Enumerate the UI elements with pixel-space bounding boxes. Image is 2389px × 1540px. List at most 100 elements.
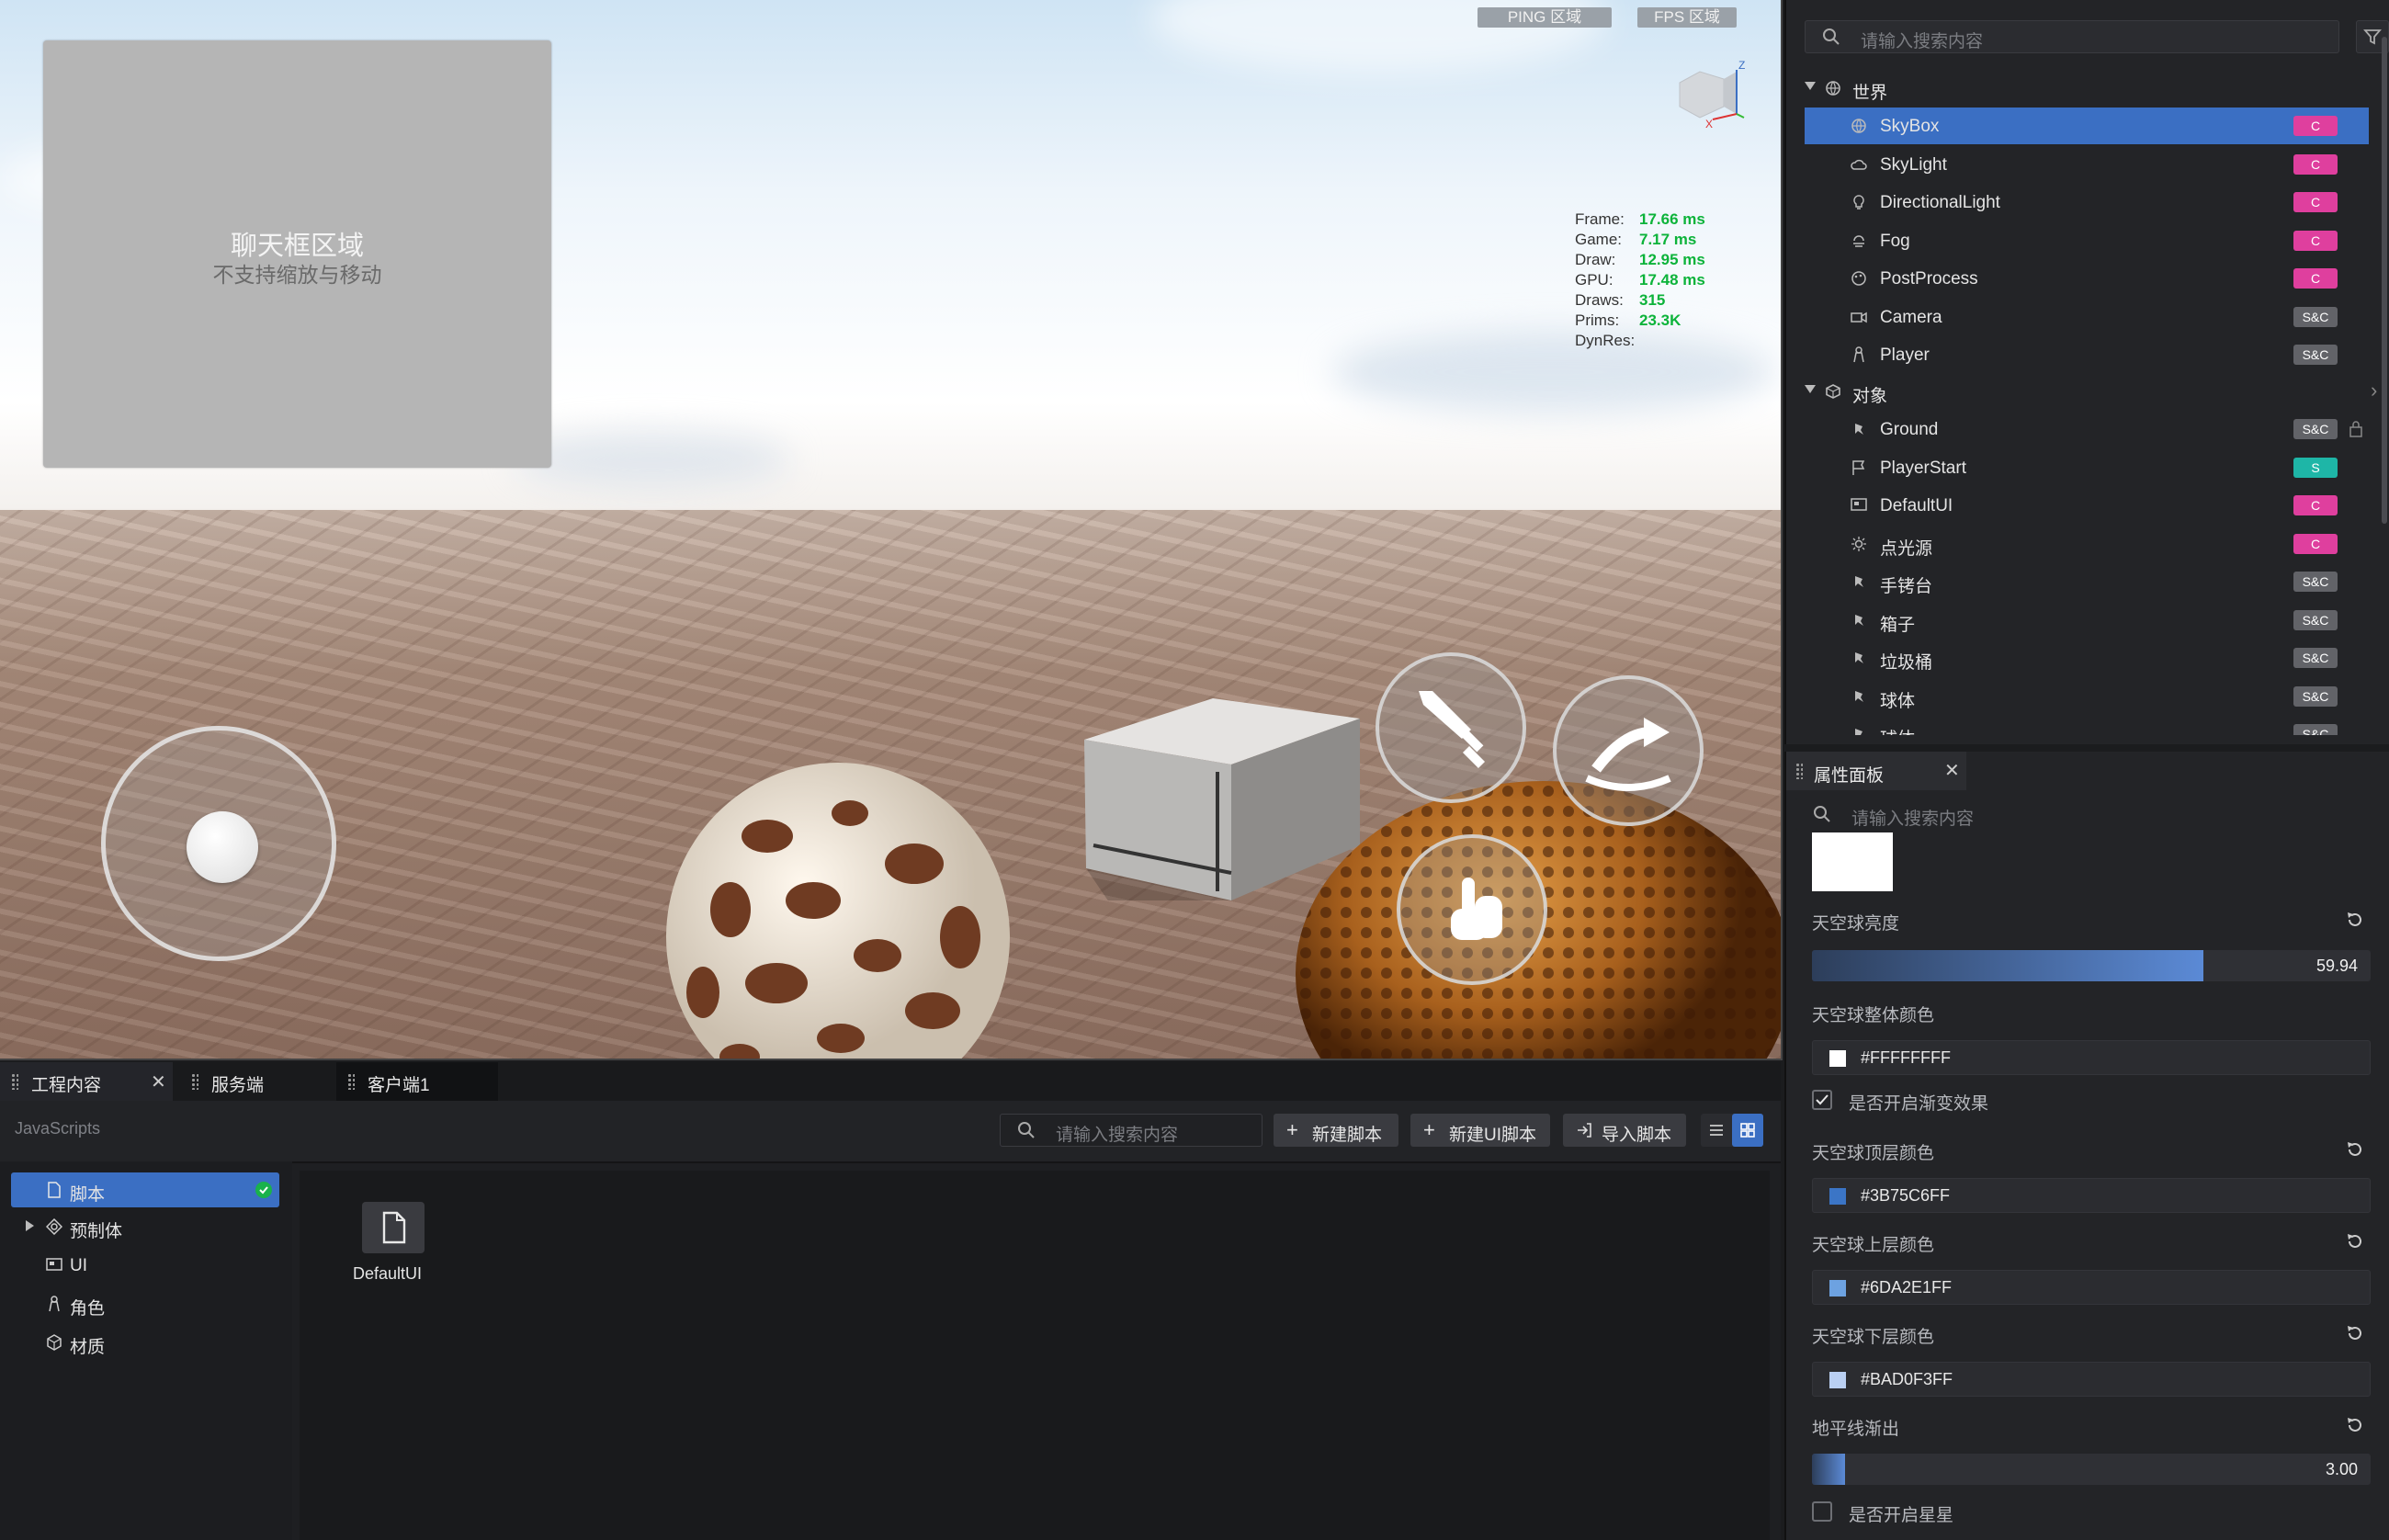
close-icon[interactable]: ✕ [151, 1070, 166, 1093]
chat-box-area: 聊天框区域 不支持缩放与移动 [43, 40, 551, 468]
view-toggle [1701, 1114, 1763, 1147]
tree-item[interactable]: Camera S&C [1805, 299, 2369, 335]
reset-icon[interactable] [2345, 1231, 2365, 1251]
tree-group-world[interactable]: 世界 [1805, 70, 2369, 107]
gradient-checkbox[interactable] [1812, 1090, 1832, 1110]
tree-item[interactable]: PostProcess C [1805, 260, 2369, 297]
horizon-label: 地平线渐出 [1812, 1420, 1900, 1439]
outline-scrollbar[interactable] [2382, 37, 2387, 524]
chevron-right-icon[interactable]: › [2371, 379, 2377, 402]
color-swatch[interactable] [1829, 1280, 1846, 1297]
tree-item-label: 点光源 [1880, 538, 1933, 559]
stars-checkbox[interactable] [1812, 1501, 1832, 1522]
new-ui-script-button[interactable]: + 新建UI脚本 [1410, 1114, 1550, 1147]
jump-button[interactable] [1553, 675, 1704, 826]
virtual-joystick[interactable] [101, 726, 336, 961]
props-search-input[interactable]: 请输入搜索内容 [1795, 798, 2385, 831]
tree-item[interactable]: 垃圾桶 S&C [1805, 640, 2369, 676]
grid-view-button[interactable] [1732, 1114, 1763, 1147]
net-badge: S&C [2293, 609, 2338, 630]
horizon-slider[interactable]: 3.00 [1812, 1454, 2371, 1485]
drag-grip-icon[interactable] [347, 1073, 355, 1090]
color-swatch[interactable] [1829, 1050, 1846, 1067]
lower-color-field[interactable]: #BAD0F3FF [1812, 1362, 2371, 1397]
frame-stats: Frame: 17.66 ms Game: 7.17 ms Draw: 12.95 m… [1575, 209, 1705, 351]
tab-properties[interactable]: 属性面板 ✕ [1786, 752, 1966, 790]
stat-key: Draw: [1575, 251, 1616, 268]
axis-gizmo[interactable]: Z X [1672, 59, 1748, 130]
button-label: 新建脚本 [1312, 1126, 1383, 1145]
color-swatch[interactable] [1829, 1188, 1846, 1205]
game-viewport[interactable]: PING 区域 FPS 区域 聊天框区域 不支持缩放与移动 Z X Frame:… [0, 0, 1783, 1060]
tree-item[interactable]: Player S&C [1805, 336, 2369, 373]
file-item-defaultui[interactable]: DefaultUI [336, 1202, 428, 1303]
attack-button[interactable] [1376, 652, 1526, 803]
tree-item[interactable]: 球体 S&C [1805, 678, 2369, 715]
tree-item[interactable]: DefaultUI C [1805, 487, 2369, 524]
skybox-preview-thumbnail[interactable] [1812, 832, 1893, 891]
model-icon [1855, 729, 1863, 735]
net-badge: S [2293, 457, 2338, 478]
cloud-icon [1851, 159, 1867, 170]
tree-item[interactable]: SkyBox C [1805, 108, 2369, 144]
slider-value: 3.00 [2325, 1460, 2358, 1478]
project-toolbar: JavaScripts 请输入搜索内容 + 新建脚本 + 新建UI脚本 导入脚本 [0, 1101, 1781, 1163]
reset-icon[interactable] [2345, 1139, 2365, 1160]
import-icon [1578, 1123, 1591, 1138]
import-script-button[interactable]: 导入脚本 [1563, 1114, 1686, 1147]
new-script-button[interactable]: + 新建脚本 [1274, 1114, 1398, 1147]
net-badge: C [2293, 116, 2338, 136]
sidebar-item-characters[interactable]: 角色 [11, 1286, 279, 1321]
top-color-field[interactable]: #3B75C6FF [1812, 1178, 2371, 1213]
tree-item[interactable]: 球体 S&C [1805, 716, 2369, 735]
list-view-button[interactable] [1701, 1114, 1732, 1147]
upper-color-label: 天空球上层颜色 [1812, 1236, 1935, 1255]
sidebar-item-prefabs[interactable]: 预制体 [11, 1209, 279, 1244]
drag-grip-icon[interactable] [1795, 763, 1803, 779]
interact-button[interactable] [1397, 834, 1547, 985]
color-swatch[interactable] [1829, 1372, 1846, 1388]
outline-search-input[interactable]: 请输入搜索内容 [1805, 20, 2339, 53]
drag-grip-icon[interactable] [191, 1073, 198, 1090]
stat-value: 315 [1639, 291, 1666, 309]
net-badge: C [2293, 153, 2338, 175]
hand-icon [1451, 878, 1502, 940]
tree-item[interactable]: PlayerStart S [1805, 449, 2369, 486]
reset-icon[interactable] [2345, 910, 2365, 930]
stars-label: 是否开启星星 [1849, 1506, 1954, 1525]
tree-item-label: DefaultUI [1880, 496, 1953, 515]
lock-icon[interactable] [2349, 420, 2363, 438]
tree-item[interactable]: SkyLight C [1805, 146, 2369, 183]
tab-server[interactable]: 服务端 [180, 1062, 331, 1101]
reset-icon[interactable] [2345, 1415, 2365, 1435]
stat-key: Frame: [1575, 210, 1625, 228]
fog-icon [1853, 234, 1864, 247]
tree-item[interactable]: 箱子 S&C [1805, 602, 2369, 639]
sidebar-item-materials[interactable]: 材质 [11, 1325, 279, 1360]
tree-item-label: PostProcess [1880, 269, 1978, 289]
tree-group-objects[interactable]: 对象 › [1805, 373, 2377, 410]
tree-item-label: 球体 [1880, 691, 1916, 711]
tree-item[interactable]: DirectionalLight C [1805, 184, 2369, 221]
tree-item[interactable]: Ground S&C [1805, 411, 2369, 447]
net-badge: S&C [2293, 306, 2338, 327]
close-icon[interactable]: ✕ [1944, 759, 1960, 782]
expand-caret-icon[interactable] [26, 1220, 34, 1231]
drag-grip-icon[interactable] [11, 1073, 18, 1090]
sidebar-item-scripts[interactable]: 脚本 [11, 1172, 279, 1207]
chat-box-subtitle: 不支持缩放与移动 [212, 263, 382, 287]
tab-client1[interactable]: 客户端1 [336, 1062, 498, 1101]
joystick-knob[interactable] [187, 811, 258, 883]
sidebar-item-ui[interactable]: UI [11, 1248, 279, 1283]
model-icon [1855, 690, 1863, 702]
tree-item[interactable]: 手铐台 S&C [1805, 563, 2369, 600]
stat-key: Game: [1575, 231, 1623, 248]
sky-brightness-slider[interactable]: 59.94 [1812, 950, 2371, 981]
reset-icon[interactable] [2345, 1323, 2365, 1343]
tree-item[interactable]: 点光源 C [1805, 526, 2369, 562]
tab-project-content[interactable]: 工程内容 ✕ [0, 1062, 173, 1101]
project-search-input[interactable]: 请输入搜索内容 [1000, 1114, 1262, 1147]
sky-color-field[interactable]: #FFFFFFFF [1812, 1040, 2371, 1075]
upper-color-field[interactable]: #6DA2E1FF [1812, 1270, 2371, 1305]
tree-item[interactable]: Fog C [1805, 222, 2369, 259]
